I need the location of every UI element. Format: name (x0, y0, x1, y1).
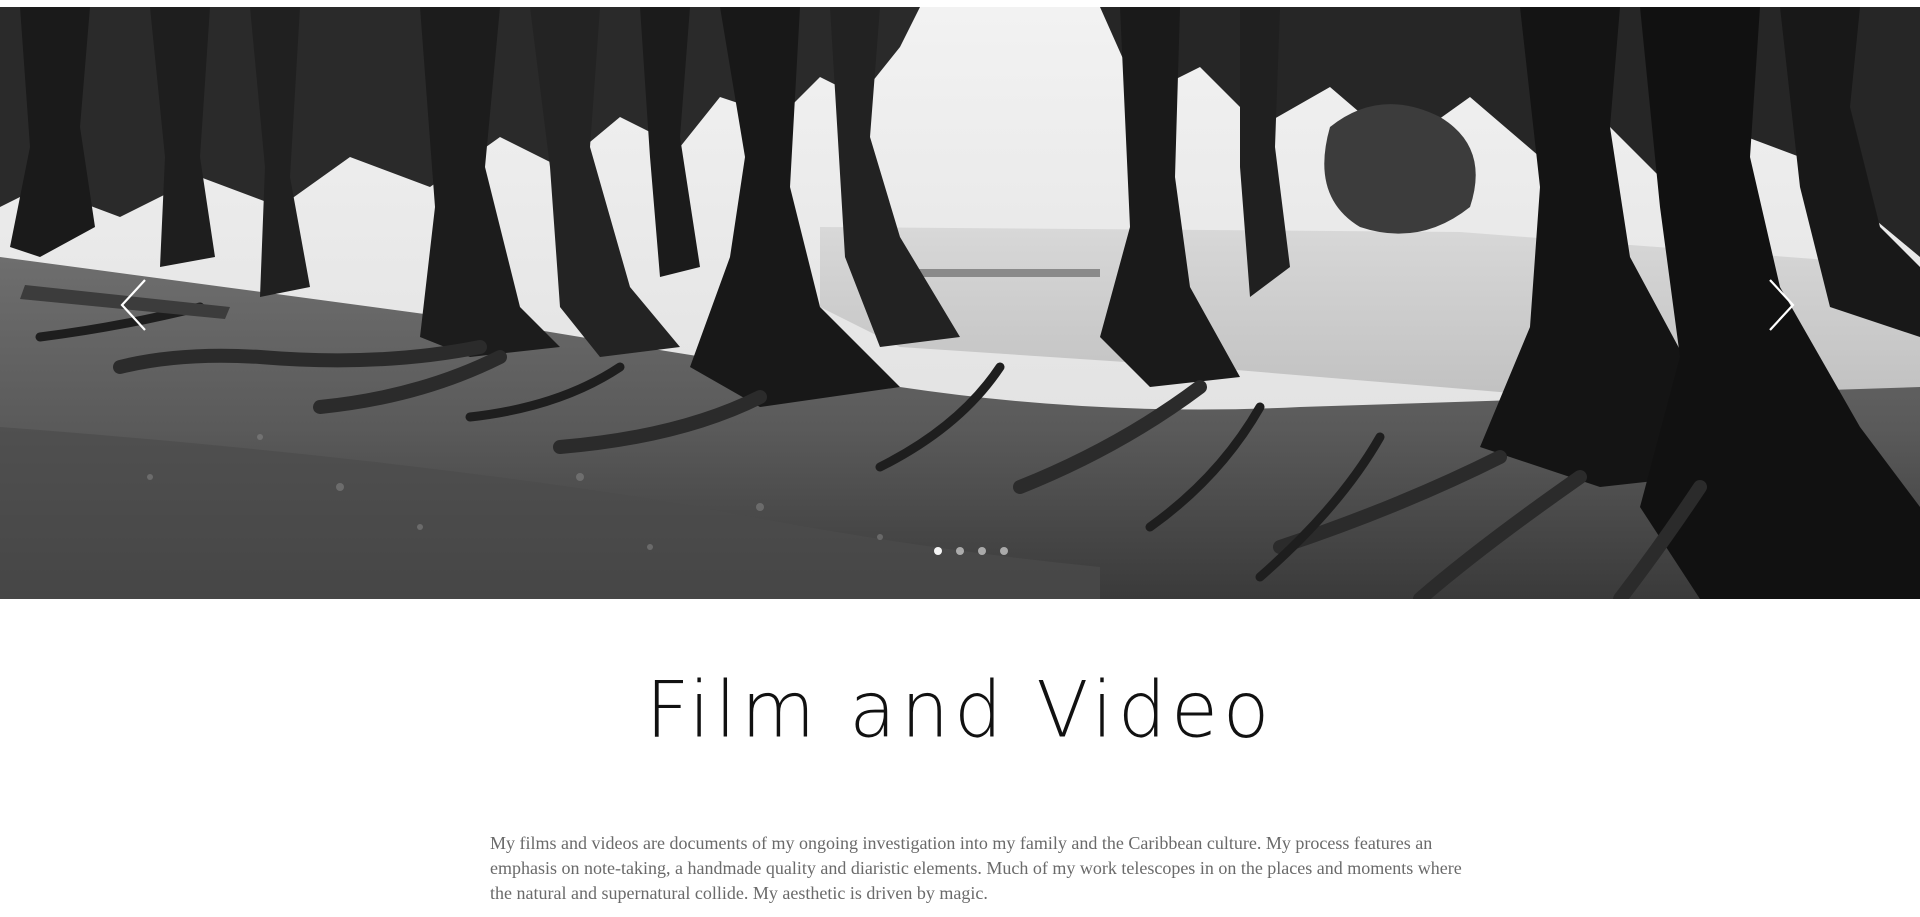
slideshow-next-button[interactable] (1762, 275, 1802, 335)
top-strip (0, 0, 1920, 7)
page-title: Film and Video (645, 664, 1275, 755)
chevron-left-icon (120, 279, 146, 331)
slide-dot-2[interactable] (956, 547, 964, 555)
slide-dot-4[interactable] (1000, 547, 1008, 555)
page: Film and Video My films and videos are d… (0, 0, 1920, 917)
slideshow-pagination (934, 547, 1008, 555)
chevron-right-icon (1769, 279, 1795, 331)
slideshow-prev-button[interactable] (117, 275, 157, 335)
slide-dot-3[interactable] (978, 547, 986, 555)
page-description: My films and videos are documents of my … (490, 833, 1462, 903)
hero-slideshow[interactable] (0, 7, 1920, 599)
slide-photo (0, 7, 1920, 599)
slide-dot-1[interactable] (934, 547, 942, 555)
